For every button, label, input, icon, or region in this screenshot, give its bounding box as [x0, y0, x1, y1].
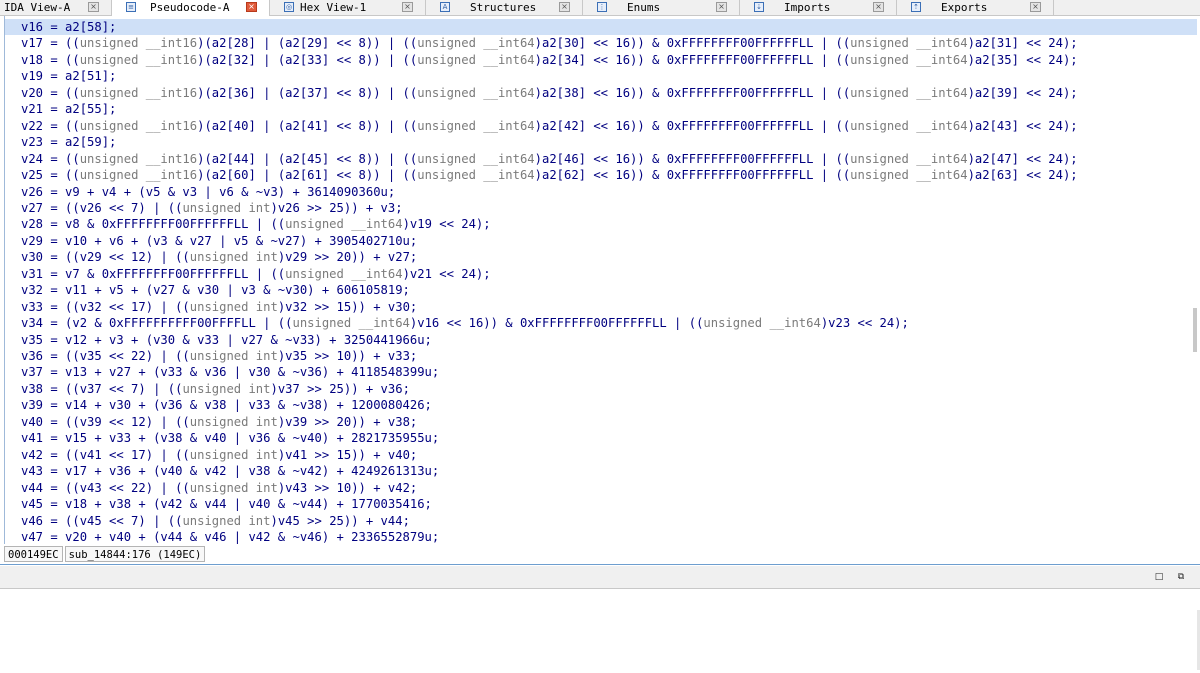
code-line[interactable]: v39 = v14 + v30 + (v36 & v38 | v33 & ~v3…	[21, 397, 432, 413]
tab-label: Structures	[470, 1, 537, 14]
code-line[interactable]: v35 = v12 + v3 + (v30 & v33 | v27 & ~v33…	[21, 332, 432, 348]
tab-label: Hex View-1	[300, 1, 367, 14]
code-line[interactable]: v25 = ((unsigned __int16)(a2[60] | (a2[6…	[21, 167, 1078, 183]
imports-icon: ⇣	[754, 2, 764, 12]
code-line[interactable]: v40 = ((v39 << 12) | ((unsigned int)v39 …	[21, 414, 417, 430]
pane-divider[interactable]	[0, 564, 1200, 565]
code-line[interactable]: v36 = ((v35 << 22) | ((unsigned int)v35 …	[21, 348, 417, 364]
lower-pane	[0, 589, 1200, 673]
code-line[interactable]: v28 = v8 & 0xFFFFFFFF00FFFFFFLL | ((unsi…	[21, 216, 491, 232]
code-line[interactable]: v16 = a2[58];	[5, 19, 1197, 35]
code-line[interactable]: v27 = ((v26 << 7) | ((unsigned int)v26 >…	[21, 200, 403, 216]
close-tab-icon[interactable]: ×	[716, 2, 727, 12]
pseudocode-icon: ≡	[126, 2, 136, 12]
pseudocode-view[interactable]: v16 = a2[58]; v17 = ((unsigned __int16)(a…	[4, 16, 1197, 544]
enums-icon: ⋮	[597, 2, 607, 12]
code-line[interactable]: v43 = v17 + v36 + (v40 & v42 | v38 & ~v4…	[21, 463, 439, 479]
code-line[interactable]: v32 = v11 + v5 + (v27 & v30 | v3 & ~v30)…	[21, 282, 410, 298]
close-tab-icon[interactable]: ×	[88, 2, 99, 12]
code-line[interactable]: v33 = ((v32 << 17) | ((unsigned int)v32 …	[21, 299, 417, 315]
code-line[interactable]: v30 = ((v29 << 12) | ((unsigned int)v29 …	[21, 249, 417, 265]
structures-icon: A	[440, 2, 450, 12]
restore-icon[interactable]: □	[1154, 572, 1164, 582]
close-tab-icon[interactable]: ×	[402, 2, 413, 12]
code-line[interactable]: v18 = ((unsigned __int16)(a2[32] | (a2[3…	[21, 52, 1078, 68]
lower-pane-titlebar: □ ⧉	[0, 566, 1200, 589]
code-line[interactable]: v23 = a2[59];	[21, 134, 116, 150]
float-window-icon[interactable]: ⧉	[1176, 572, 1186, 582]
code-line[interactable]: v19 = a2[51];	[21, 68, 116, 84]
tab-pseudocode-a[interactable]: ≡ Pseudocode-A ×	[112, 0, 270, 16]
code-line[interactable]: v22 = ((unsigned __int16)(a2[40] | (a2[4…	[21, 118, 1078, 134]
tab-structures[interactable]: A Structures ×	[426, 0, 583, 15]
close-tab-icon[interactable]: ×	[873, 2, 884, 12]
code-line[interactable]: v44 = ((v43 << 22) | ((unsigned int)v43 …	[21, 480, 417, 496]
tab-enums[interactable]: ⋮ Enums ×	[583, 0, 740, 15]
tab-label: Enums	[627, 1, 661, 14]
code-line[interactable]: v34 = (v2 & 0xFFFFFFFFFF00FFFFLL | ((uns…	[21, 315, 909, 331]
code-line[interactable]: v31 = v7 & 0xFFFFFFFF00FFFFFFLL | ((unsi…	[21, 266, 491, 282]
tab-hex-view-1[interactable]: ◎ Hex View-1 ×	[270, 0, 426, 15]
tab-label: Exports	[941, 1, 988, 14]
code-line[interactable]: v37 = v13 + v27 + (v33 & v36 | v30 & ~v3…	[21, 364, 439, 380]
hex-icon: ◎	[284, 2, 294, 12]
status-address: 000149EC	[4, 546, 63, 562]
tab-exports[interactable]: ⇡ Exports ×	[897, 0, 1054, 15]
code-line[interactable]: v41 = v15 + v33 + (v38 & v40 | v36 & ~v4…	[21, 430, 439, 446]
tab-label: IDA View-A	[4, 1, 71, 14]
tab-label: Imports	[784, 1, 831, 14]
code-line[interactable]: v29 = v10 + v6 + (v3 & v27 | v5 & ~v27) …	[21, 233, 417, 249]
close-tab-icon[interactable]: ×	[1030, 2, 1041, 12]
code-line[interactable]: v26 = v9 + v4 + (v5 & v3 | v6 & ~v3) + 3…	[21, 184, 395, 200]
code-line[interactable]: v46 = ((v45 << 7) | ((unsigned int)v45 >…	[21, 513, 410, 529]
tab-imports[interactable]: ⇣ Imports ×	[740, 0, 897, 15]
line-gutter	[5, 16, 9, 544]
status-location: sub_14844:176 (149EC)	[64, 546, 206, 562]
code-line[interactable]: v45 = v18 + v38 + (v42 & v44 | v40 & ~v4…	[21, 496, 432, 512]
code-line[interactable]: v42 = ((v41 << 17) | ((unsigned int)v41 …	[21, 447, 417, 463]
tab-label: Pseudocode-A	[150, 1, 230, 14]
code-line[interactable]: v20 = ((unsigned __int16)(a2[36] | (a2[3…	[21, 85, 1078, 101]
code-line[interactable]: v24 = ((unsigned __int16)(a2[44] | (a2[4…	[21, 151, 1078, 167]
status-line: 000149EC sub_14844:176 (149EC)	[4, 546, 207, 562]
vertical-scrollbar[interactable]	[1193, 308, 1197, 352]
close-tab-icon[interactable]: ×	[559, 2, 570, 12]
tab-bar: IDA View-A × ≡ Pseudocode-A × ◎ Hex View-1 × A St…	[0, 0, 1200, 16]
code-line[interactable]: v17 = ((unsigned __int16)(a2[28] | (a2[2…	[21, 35, 1078, 51]
exports-icon: ⇡	[911, 2, 921, 12]
code-line[interactable]: v47 = v20 + v40 + (v44 & v46 | v42 & ~v4…	[21, 529, 439, 544]
code-line[interactable]: v38 = ((v37 << 7) | ((unsigned int)v37 >…	[21, 381, 410, 397]
close-tab-icon[interactable]: ×	[246, 2, 257, 12]
tab-ida-view-a[interactable]: IDA View-A ×	[0, 0, 112, 15]
code-line[interactable]: v21 = a2[55];	[21, 101, 116, 117]
